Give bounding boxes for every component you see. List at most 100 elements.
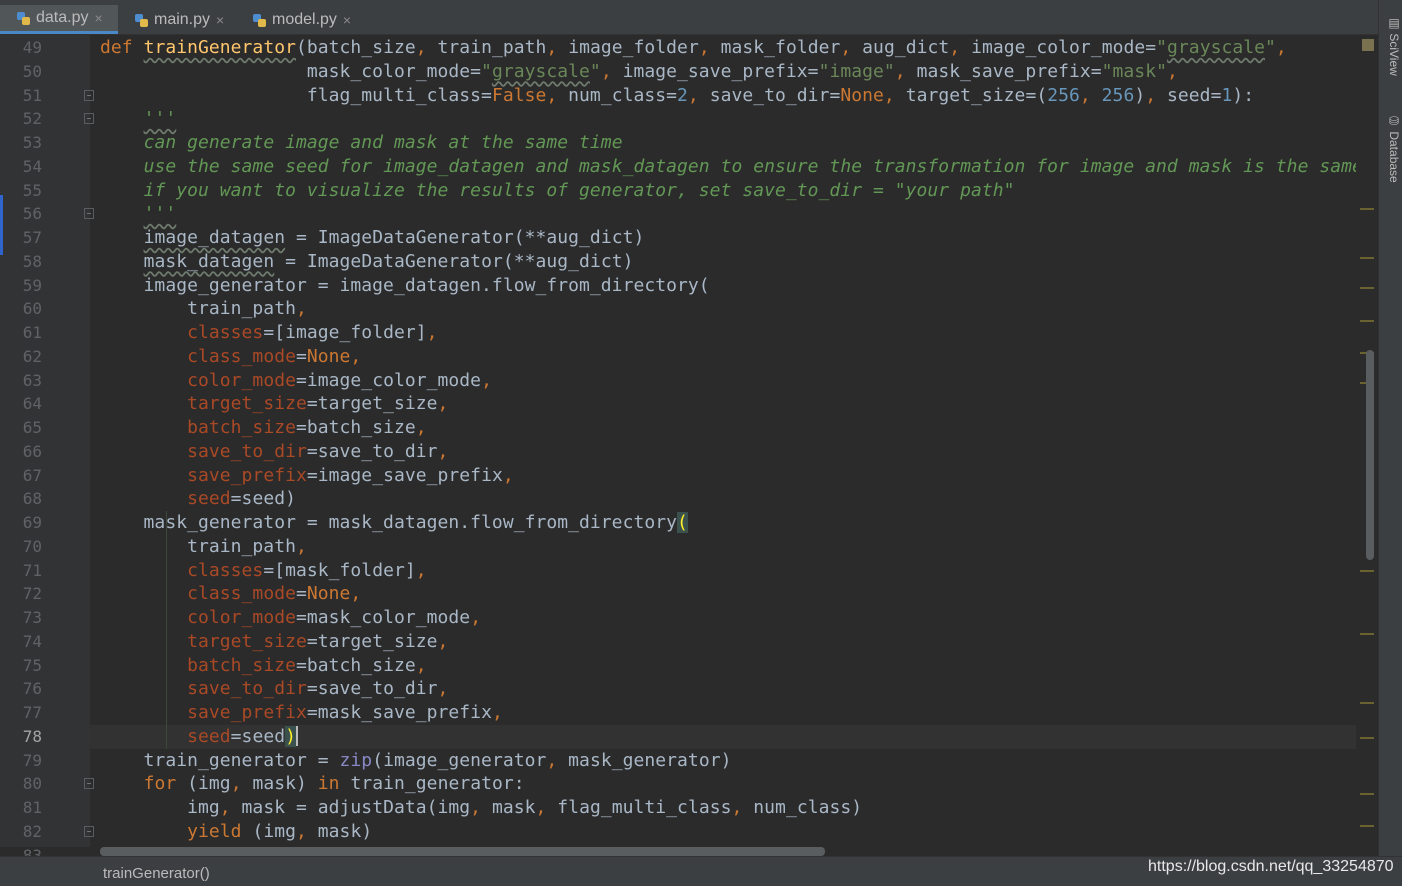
line-number: 66 bbox=[22, 441, 42, 461]
line-number: 50 bbox=[22, 61, 42, 81]
code-line[interactable]: yield (img, mask) bbox=[100, 820, 372, 844]
line-number: 68 bbox=[22, 489, 42, 509]
line-number: 60 bbox=[22, 299, 42, 319]
code-line[interactable]: save_prefix=image_save_prefix, bbox=[100, 464, 514, 488]
code-line[interactable]: save_to_dir=save_to_dir, bbox=[100, 440, 448, 464]
code-line[interactable]: image_generator = image_datagen.flow_fro… bbox=[100, 274, 710, 298]
line-number: 78 bbox=[22, 726, 42, 746]
code-line[interactable]: train_path, bbox=[100, 297, 307, 321]
code-line[interactable]: class_mode=None, bbox=[100, 582, 361, 606]
line-number: 62 bbox=[22, 346, 42, 366]
breadcrumb[interactable]: trainGenerator() bbox=[103, 865, 210, 882]
line-number: 73 bbox=[22, 608, 42, 627]
tab-label: main.py bbox=[154, 10, 211, 28]
line-number: 75 bbox=[22, 655, 42, 675]
stripe-marker[interactable] bbox=[1360, 570, 1374, 572]
line-number: 82 bbox=[22, 821, 42, 841]
line-number: 57 bbox=[22, 228, 42, 247]
tab-model-py[interactable]: model.py × bbox=[236, 5, 366, 34]
line-number: 74 bbox=[22, 631, 42, 651]
stripe-marker[interactable] bbox=[1360, 208, 1374, 210]
code-line[interactable]: can generate image and mask at the same … bbox=[100, 131, 623, 155]
line-number: 72 bbox=[22, 584, 42, 604]
code-line[interactable]: if you want to visualize the results of … bbox=[100, 179, 1015, 203]
code-line[interactable]: classes=[mask_folder], bbox=[100, 559, 427, 583]
tab-data-py[interactable]: data.py × bbox=[0, 5, 118, 34]
code-line[interactable]: classes=[image_folder], bbox=[100, 321, 438, 345]
code-line[interactable]: use the same seed for image_datagen and … bbox=[100, 155, 1363, 179]
tab-label: model.py bbox=[272, 10, 337, 28]
python-file-icon bbox=[134, 12, 150, 28]
database-tool-tab[interactable]: ⛁ Database bbox=[1381, 114, 1401, 183]
code-line[interactable]: seed=seed) bbox=[100, 487, 296, 511]
code-line[interactable]: ''' bbox=[100, 107, 177, 131]
close-tab-icon[interactable]: × bbox=[94, 10, 102, 26]
code-line[interactable]: target_size=target_size, bbox=[100, 630, 448, 654]
stripe-marker[interactable] bbox=[1360, 320, 1374, 322]
line-number: 49 bbox=[22, 38, 42, 57]
stripe-marker[interactable] bbox=[1360, 737, 1374, 739]
line-number: 51 bbox=[22, 85, 42, 105]
code-line[interactable]: color_mode=image_color_mode, bbox=[100, 369, 492, 393]
line-number: 55 bbox=[22, 180, 42, 200]
code-line[interactable]: save_to_dir=save_to_dir, bbox=[100, 677, 448, 701]
stripe-marker[interactable] bbox=[1360, 257, 1374, 259]
code-line[interactable]: class_mode=None, bbox=[100, 345, 361, 369]
stripe-marker[interactable] bbox=[1360, 287, 1374, 289]
stripe-marker[interactable] bbox=[1360, 633, 1374, 635]
line-number: 80 bbox=[22, 774, 42, 794]
line-number: 54 bbox=[22, 156, 42, 176]
code-editor[interactable]: def trainGenerator(batch_size, train_pat… bbox=[90, 35, 1378, 847]
watermark-url: https://blog.csdn.net/qq_33254870 bbox=[1148, 858, 1394, 875]
vertical-scrollbar[interactable] bbox=[1366, 350, 1374, 560]
editor-tab-bar: data.py × main.py × model.py × bbox=[0, 0, 1378, 35]
horizontal-scrollbar[interactable] bbox=[100, 847, 825, 856]
code-line[interactable]: image_datagen = ImageDataGenerator(**aug… bbox=[100, 226, 645, 250]
code-line[interactable]: img, mask = adjustData(img, mask, flag_m… bbox=[100, 796, 862, 820]
inspection-status-icon[interactable] bbox=[1362, 39, 1374, 51]
line-number: 77 bbox=[22, 703, 42, 722]
code-line[interactable]: flag_multi_class=False, num_class=2, sav… bbox=[100, 84, 1254, 108]
line-number: 52 bbox=[22, 109, 42, 129]
code-line[interactable]: color_mode=mask_color_mode, bbox=[100, 606, 481, 630]
tool-tab-label: SciView bbox=[1387, 33, 1401, 76]
code-line[interactable]: ''' bbox=[100, 202, 177, 226]
code-line[interactable]: train_path, bbox=[100, 535, 307, 559]
line-number: 58 bbox=[22, 251, 42, 271]
line-number: 70 bbox=[22, 536, 42, 556]
code-line[interactable]: batch_size=batch_size, bbox=[100, 654, 427, 678]
line-number: 64 bbox=[22, 394, 42, 414]
code-line[interactable]: def trainGenerator(batch_size, train_pat… bbox=[100, 36, 1287, 60]
line-number: 69 bbox=[22, 513, 42, 532]
code-line[interactable]: save_prefix=mask_save_prefix, bbox=[100, 701, 503, 725]
close-tab-icon[interactable]: × bbox=[216, 12, 224, 28]
line-number: 56 bbox=[22, 204, 42, 224]
code-line[interactable]: mask_generator = mask_datagen.flow_from_… bbox=[100, 511, 688, 535]
sciview-tool-tab[interactable]: ▤ SciView bbox=[1381, 16, 1401, 76]
stripe-marker[interactable] bbox=[1360, 825, 1374, 827]
code-line[interactable]: for (img, mask) in train_generator: bbox=[100, 772, 525, 796]
tool-tab-label: Database bbox=[1387, 131, 1401, 183]
line-number: 61 bbox=[22, 323, 42, 342]
tab-label: data.py bbox=[36, 9, 89, 26]
code-line[interactable]: mask_datagen = ImageDataGenerator(**aug_… bbox=[100, 250, 634, 274]
bars-icon: ▤ bbox=[1387, 16, 1401, 30]
line-number: 65 bbox=[22, 418, 42, 437]
stripe-marker[interactable] bbox=[1360, 793, 1374, 795]
line-number: 59 bbox=[22, 275, 42, 295]
line-number: 53 bbox=[22, 133, 42, 152]
code-line[interactable]: target_size=target_size, bbox=[100, 392, 448, 416]
code-line[interactable]: mask_color_mode="grayscale", image_save_… bbox=[100, 60, 1178, 84]
right-tool-bar: ▤ SciView ⛁ Database bbox=[1378, 0, 1402, 886]
code-line[interactable]: train_generator = zip(image_generator, m… bbox=[100, 749, 732, 773]
code-line[interactable]: batch_size=batch_size, bbox=[100, 416, 427, 440]
python-file-icon bbox=[16, 10, 32, 26]
line-number: 67 bbox=[22, 465, 42, 485]
stripe-marker[interactable] bbox=[1360, 702, 1374, 704]
code-line[interactable]: seed=seed) bbox=[100, 725, 298, 749]
line-number: 71 bbox=[22, 560, 42, 580]
tab-main-py[interactable]: main.py × bbox=[118, 5, 236, 34]
line-number-gutter[interactable]: 49 50 51 52 53 54 55 56 57 58 59 60 61 62 63 64 65 66 67 68… bbox=[0, 35, 94, 865]
close-tab-icon[interactable]: × bbox=[343, 12, 351, 28]
line-number: 63 bbox=[22, 370, 42, 390]
